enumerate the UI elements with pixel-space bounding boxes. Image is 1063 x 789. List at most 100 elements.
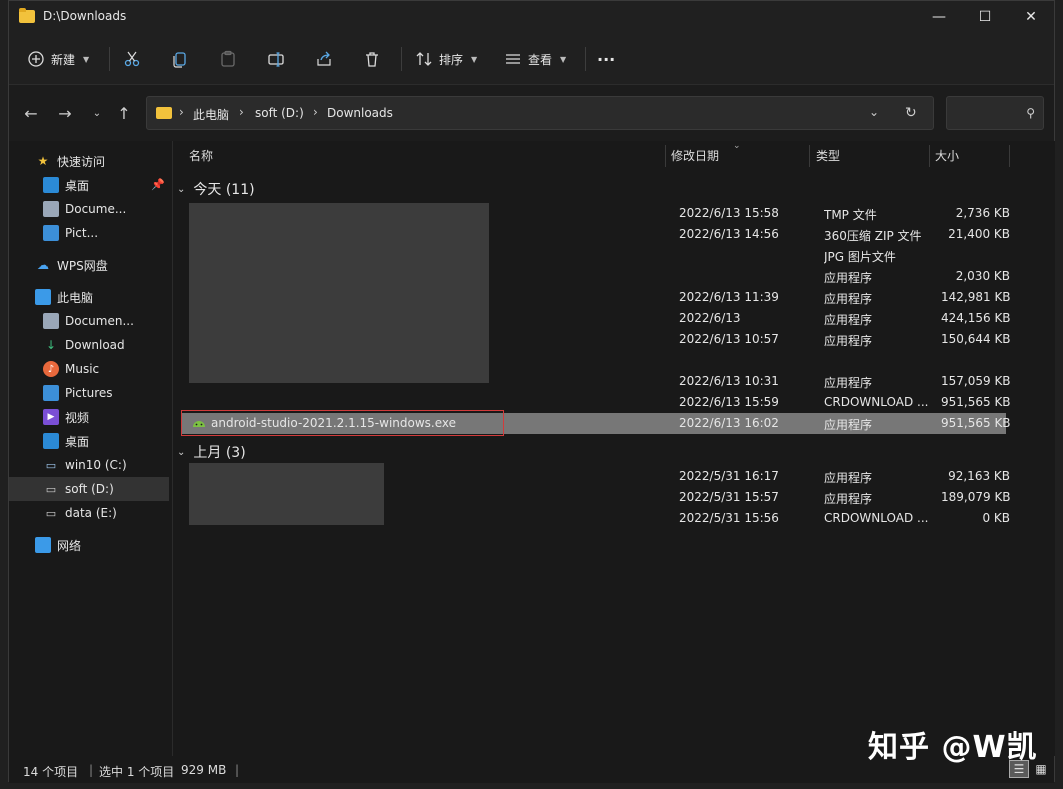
nav-item-documents-pc[interactable]: Documen... [9, 309, 169, 333]
paste-button[interactable] [219, 45, 237, 73]
search-icon: ⚲ [1026, 106, 1035, 120]
cell-size: 2,736 KB [955, 206, 1010, 220]
divider [109, 47, 110, 71]
nav-wps-drive[interactable]: ☁ WPS网盘 [9, 253, 169, 277]
cell-size: 189,079 KB [941, 490, 1010, 504]
back-arrow-icon[interactable]: ← [19, 103, 43, 123]
column-header-date[interactable]: 修改日期 [671, 147, 719, 164]
cell-type: 应用程序 [824, 313, 873, 327]
cloud-icon: ☁ [37, 258, 49, 272]
close-button[interactable]: ✕ [1008, 1, 1054, 33]
cell-size: 951,565 KB [941, 395, 1010, 409]
cell-size: 157,059 KB [941, 374, 1010, 388]
cell-date: 2022/6/13 10:31 [679, 374, 779, 388]
breadcrumb-this-pc[interactable]: 此电脑 [193, 106, 229, 123]
more-options-button[interactable]: ··· [597, 45, 615, 73]
up-arrow-icon[interactable]: ↑ [112, 103, 136, 123]
document-icon [43, 313, 59, 329]
copy-icon [173, 52, 186, 68]
download-icon: ↓ [45, 338, 57, 352]
column-header-type[interactable]: 类型 [816, 147, 840, 164]
nav-item-drive-e[interactable]: ▭ data (E:) [9, 501, 169, 525]
search-box[interactable]: ⚲ [946, 96, 1044, 130]
column-divider[interactable] [929, 145, 930, 167]
nav-quick-access[interactable]: ★ 快速访问 [9, 149, 169, 173]
group-header-last-month[interactable]: ⌄ 上月 (3) [177, 442, 246, 462]
paste-icon [221, 50, 235, 67]
folder-icon [19, 8, 35, 23]
title-bar: D:\Downloads — ☐ ✕ [9, 1, 1054, 33]
desktop-icon [43, 433, 59, 449]
picture-icon [43, 385, 59, 401]
nav-item-videos[interactable]: ▶ 视频 [9, 405, 169, 429]
cell-type: CRDOWNLOAD ... [824, 395, 929, 409]
drive-icon: ▭ [45, 482, 57, 496]
cut-button[interactable] [123, 45, 141, 73]
nav-item-desktop-pc[interactable]: 桌面 [9, 429, 169, 453]
nav-item-pictures-pc[interactable]: Pictures [9, 381, 169, 405]
sort-button[interactable]: 排序 ▼ [415, 45, 477, 73]
trash-icon [366, 52, 378, 67]
recent-chevron-icon[interactable]: ⌄ [85, 103, 109, 123]
selection-highlight-outline [181, 410, 504, 436]
chevron-down-icon[interactable]: ⌄ [869, 105, 879, 119]
nav-item-pictures[interactable]: Pict... [9, 221, 169, 245]
nav-item-drive-c[interactable]: ▭ win10 (C:) [9, 453, 169, 477]
column-header-name[interactable]: 名称 [189, 147, 213, 164]
nav-item-downloads[interactable]: ↓ Download [9, 333, 169, 357]
share-button[interactable] [315, 45, 333, 73]
list-view-icon [506, 54, 520, 64]
nav-this-pc[interactable]: 此电脑 [9, 285, 169, 309]
column-divider[interactable] [1009, 145, 1010, 167]
desktop-icon [43, 177, 59, 193]
window-title: D:\Downloads [43, 9, 127, 23]
maximize-button[interactable]: ☐ [962, 1, 1008, 33]
sort-icon [416, 52, 432, 66]
command-bar: 新建 ▼ 排序 ▼ 查看 ▼ ··· [9, 33, 1054, 85]
copy-button[interactable] [171, 45, 189, 73]
selected-count: 选中 1 个项目 [99, 765, 175, 779]
group-header-today[interactable]: ⌄ 今天 (11) [177, 179, 255, 199]
cell-type: 应用程序 [824, 418, 873, 432]
column-divider[interactable] [665, 145, 666, 167]
nav-network[interactable]: 网络 [9, 533, 169, 557]
cell-size: 150,644 KB [941, 332, 1010, 346]
chevron-right-icon: › [179, 105, 184, 119]
view-button[interactable]: 查看 ▼ [504, 45, 566, 73]
nav-item-documents[interactable]: Docume... [9, 197, 169, 221]
file-list: 名称 ⌄ 修改日期 类型 大小 ⌄ 今天 (11) 2022/6/13 15:5… [173, 141, 1055, 756]
address-bar[interactable]: › 此电脑 › soft (D:) › Downloads ⌄ ↻ [146, 96, 934, 130]
explorer-window: D:\Downloads — ☐ ✕ 新建 ▼ 排序 ▼ 查看 ▼ ··· ← … [8, 0, 1055, 783]
drive-icon: ▭ [45, 458, 57, 472]
cell-type: CRDOWNLOAD ... [824, 511, 929, 525]
cell-type: 应用程序 [824, 376, 873, 390]
share-icon [317, 51, 331, 66]
breadcrumb-downloads[interactable]: Downloads [327, 106, 393, 120]
new-button[interactable]: 新建 ▼ [27, 45, 89, 73]
breadcrumb-soft-d[interactable]: soft (D:) [255, 106, 304, 120]
chevron-down-icon: ⌄ [177, 183, 186, 195]
column-header-size[interactable]: 大小 [935, 147, 959, 164]
divider [585, 47, 586, 71]
cell-date: 2022/6/13 15:59 [679, 395, 779, 409]
picture-icon [43, 225, 59, 241]
nav-item-drive-d[interactable]: ▭ soft (D:) [9, 477, 169, 501]
minimize-button[interactable]: — [916, 1, 962, 33]
cell-date: 2022/5/31 15:57 [679, 490, 779, 504]
item-count: 14 个项目 [23, 765, 79, 779]
pin-icon[interactable]: 📌 [151, 178, 165, 191]
forward-arrow-icon[interactable]: → [53, 103, 77, 123]
chevron-right-icon: › [239, 105, 244, 119]
cell-size: 92,163 KB [948, 469, 1010, 483]
delete-button[interactable] [363, 45, 381, 73]
cell-date: 2022/6/13 16:02 [679, 416, 779, 430]
nav-item-desktop[interactable]: 桌面 📌 [9, 173, 169, 197]
address-row: ← → ⌄ ↑ › 此电脑 › soft (D:) › Downloads ⌄ … [9, 85, 1054, 141]
cell-date: 2022/6/13 10:57 [679, 332, 779, 346]
cell-type: 应用程序 [824, 471, 873, 485]
refresh-icon[interactable]: ↻ [905, 105, 917, 121]
nav-item-music[interactable]: ♪ Music [9, 357, 169, 381]
cell-size: 142,981 KB [941, 290, 1010, 304]
rename-button[interactable] [267, 45, 285, 73]
column-divider[interactable] [809, 145, 810, 167]
